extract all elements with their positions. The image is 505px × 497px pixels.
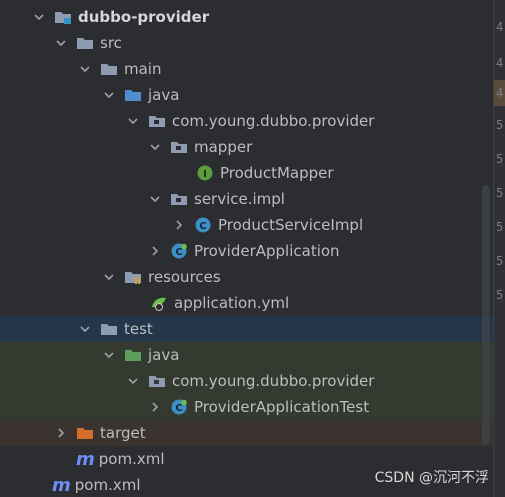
vertical-scrollbar[interactable] [482, 185, 490, 445]
project-tree: dubbo-provider src main java com.young.d… [0, 0, 494, 497]
tree-row-label: dubbo-provider [78, 8, 210, 26]
tree-row-label: main [124, 60, 162, 78]
tree-row-source-folder-java[interactable]: java [0, 82, 494, 108]
tree-row-test-folder[interactable]: test [0, 316, 494, 342]
tree-row-label: src [100, 34, 122, 52]
chevron-down-icon[interactable] [126, 114, 140, 128]
chevron-right-icon[interactable] [148, 400, 162, 414]
chevron-down-icon[interactable] [102, 348, 116, 362]
editor-gutter: 4 4 4 5 5 5 5 5 5 [493, 0, 505, 497]
tree-row-label: ProviderApplicationTest [194, 398, 370, 416]
chevron-right-icon[interactable] [148, 244, 162, 258]
tree-row-label: ProductMapper [220, 164, 334, 182]
tree-row-label: service.impl [194, 190, 285, 208]
tree-row-label: java [148, 86, 180, 104]
package-icon [170, 139, 188, 155]
project-tool-window: dubbo-provider src main java com.young.d… [0, 0, 505, 497]
line-number: 5 [496, 288, 504, 302]
tree-row-resources-folder[interactable]: resources [0, 264, 494, 290]
tree-row-label: resources [148, 268, 221, 286]
chevron-down-icon[interactable] [102, 270, 116, 284]
line-number: 4 [496, 56, 504, 70]
chevron-down-icon[interactable] [102, 88, 116, 102]
folder-icon [100, 321, 118, 337]
chevron-down-icon[interactable] [148, 192, 162, 206]
tree-row-label: test [124, 320, 153, 338]
chevron-down-icon[interactable] [78, 322, 92, 336]
svg-text:C: C [175, 403, 182, 414]
package-icon [148, 113, 166, 129]
class-icon: C [194, 217, 212, 233]
tree-row-class-provider-application-test[interactable]: C ProviderApplicationTest [0, 394, 494, 420]
watermark: CSDN @沉河不浮 [374, 470, 489, 486]
excluded-folder-icon [76, 425, 94, 441]
line-number: 5 [496, 186, 504, 200]
chevron-down-icon[interactable] [54, 36, 68, 50]
tree-row-label: mapper [194, 138, 253, 156]
interface-icon: I [196, 165, 214, 181]
tree-row-class-product-service-impl[interactable]: C ProductServiceImpl [0, 212, 494, 238]
tree-row-test-package-com-young-dubbo-provider[interactable]: com.young.dubbo.provider [0, 368, 494, 394]
line-number: 5 [496, 220, 504, 234]
test-source-folder-icon [124, 347, 142, 363]
line-number: 5 [496, 254, 504, 268]
line-number: 5 [496, 152, 504, 166]
spring-boot-class-icon: C [170, 243, 188, 259]
tree-row-package-mapper[interactable]: mapper [0, 134, 494, 160]
tree-row-label: pom.xml [98, 450, 165, 468]
tree-row-label: target [100, 424, 146, 442]
folder-icon [76, 35, 94, 51]
tree-row-excluded-folder-target[interactable]: target [0, 420, 494, 446]
svg-text:C: C [175, 247, 182, 258]
line-number: 5 [496, 118, 504, 132]
tree-row-package-com-young-dubbo-provider[interactable]: com.young.dubbo.provider [0, 108, 494, 134]
chevron-down-icon[interactable] [126, 374, 140, 388]
maven-icon: m [52, 474, 71, 496]
tree-row-interface-product-mapper[interactable]: I ProductMapper [0, 160, 494, 186]
chevron-down-icon[interactable] [78, 62, 92, 76]
tree-row-test-source-folder-java[interactable]: java [0, 342, 494, 368]
tree-row-label: ProductServiceImpl [218, 216, 364, 234]
tree-row-package-service-impl[interactable]: service.impl [0, 186, 494, 212]
chevron-right-icon[interactable] [54, 426, 68, 440]
tree-row-folder-src[interactable]: src [0, 30, 494, 56]
spring-config-icon [150, 295, 168, 311]
tree-row-label: java [148, 346, 180, 364]
test-class-icon: C [170, 399, 188, 415]
chevron-right-icon[interactable] [172, 218, 186, 232]
chevron-down-icon[interactable] [32, 10, 46, 24]
line-number: 4 [496, 20, 504, 34]
tree-row-module-dubbo-provider[interactable]: dubbo-provider [0, 4, 494, 30]
line-number: 4 [496, 86, 504, 100]
maven-icon: m [76, 448, 95, 470]
module-folder-icon [54, 9, 72, 25]
tree-row-label: ProviderApplication [194, 242, 340, 260]
tree-row-file-application-yml[interactable]: application.yml [0, 290, 494, 316]
package-icon [170, 191, 188, 207]
package-icon [148, 373, 166, 389]
resources-folder-icon [124, 269, 142, 285]
tree-row-label: pom.xml [74, 476, 141, 494]
tree-row-label: com.young.dubbo.provider [172, 112, 375, 130]
tree-row-folder-main[interactable]: main [0, 56, 494, 82]
chevron-down-icon[interactable] [148, 140, 162, 154]
folder-icon [100, 61, 118, 77]
svg-text:C: C [199, 221, 206, 232]
source-folder-icon [124, 87, 142, 103]
svg-text:I: I [203, 169, 207, 180]
tree-row-class-provider-application[interactable]: C ProviderApplication [0, 238, 494, 264]
tree-row-label: application.yml [174, 294, 290, 312]
tree-row-label: com.young.dubbo.provider [172, 372, 375, 390]
